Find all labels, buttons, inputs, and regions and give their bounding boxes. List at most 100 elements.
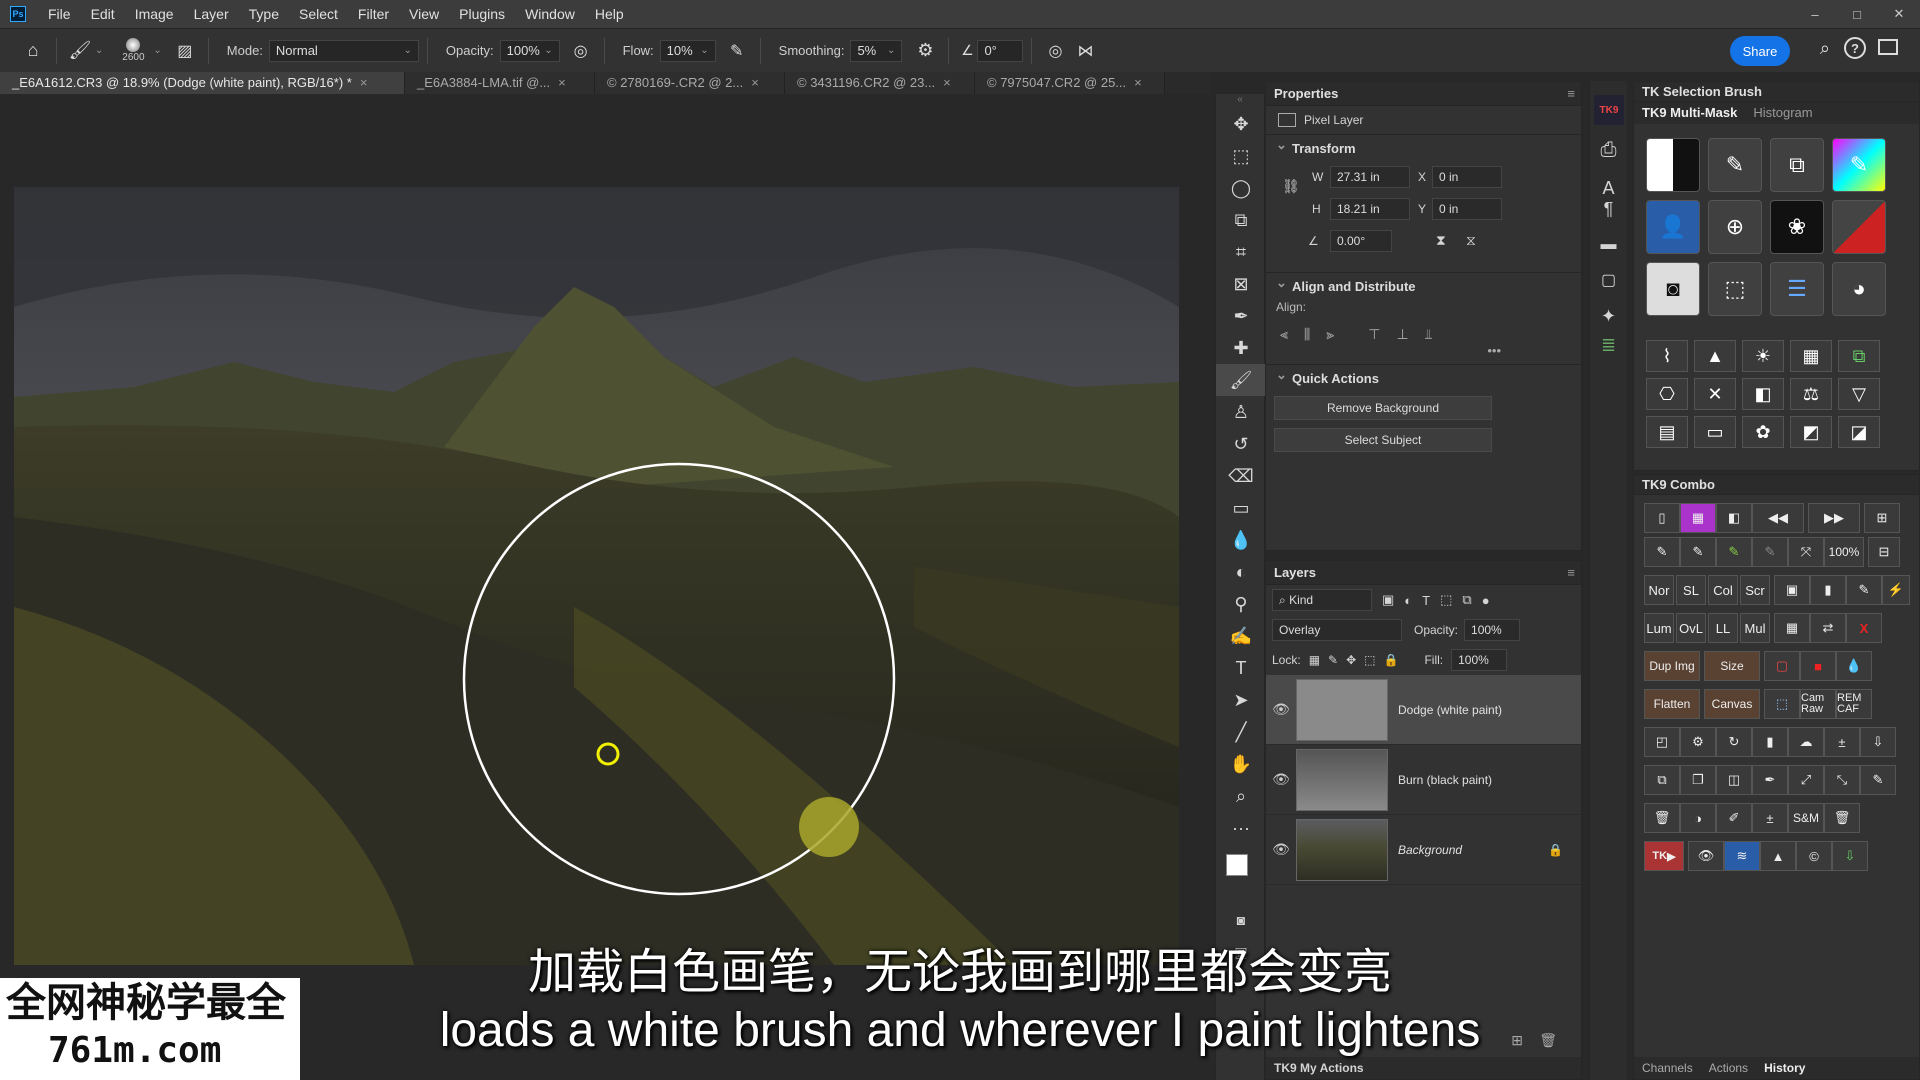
save-down-button[interactable]: ⇩ <box>1860 727 1896 757</box>
align-bottom-icon[interactable]: ⫫ <box>1425 326 1433 343</box>
phone-button[interactable]: ▮ <box>1810 575 1846 605</box>
eyedropper-tool-icon[interactable]: ✒ <box>1216 300 1266 332</box>
filter-toggle-icon[interactable]: ● <box>1482 593 1490 608</box>
gear-doc-button[interactable]: ⚙ <box>1680 727 1716 757</box>
close-icon[interactable]: × <box>360 75 368 90</box>
panel-menu-icon[interactable]: ≡ <box>1567 86 1575 101</box>
tab-tk9-multimask[interactable]: TK9 Multi-Mask <box>1634 102 1745 124</box>
search-icon[interactable]: ⌕ <box>1820 38 1830 59</box>
green-brush-button[interactable]: ✎ <box>1716 537 1752 567</box>
menu-help[interactable]: Help <box>585 0 634 28</box>
triangle-button[interactable]: ▽ <box>1838 378 1880 410</box>
smoothing-field[interactable]: 5% ⌄ <box>850 39 903 62</box>
corner-button[interactable]: ◰ <box>1644 727 1680 757</box>
symmetry-butterfly-icon[interactable]: ⋈ <box>1070 36 1100 66</box>
swap-button[interactable]: ⇄ <box>1810 613 1846 643</box>
filter-pixel-icon[interactable]: ▣ <box>1382 592 1394 608</box>
panel-menu-icon[interactable]: ≡ <box>1567 565 1575 580</box>
layer-opacity-field[interactable]: 100% <box>1464 619 1521 641</box>
plus-minus-select-button[interactable]: ± <box>1752 803 1788 833</box>
split-button[interactable]: ◫ <box>1716 765 1752 795</box>
brush-tool-icon[interactable]: 🖌 <box>1216 364 1266 396</box>
close-icon[interactable]: × <box>751 75 759 90</box>
more-options-icon[interactable]: ••• <box>1266 343 1581 358</box>
align-center-h-icon[interactable]: ⫼ <box>1304 326 1310 343</box>
height-field[interactable]: 18.21 in <box>1330 198 1410 220</box>
menu-edit[interactable]: Edit <box>81 0 125 28</box>
zoom-100-button[interactable]: 100% <box>1824 537 1864 567</box>
color-mask-button[interactable]: ✎ <box>1832 138 1886 192</box>
clone-stamp-tool-icon[interactable]: ♙ <box>1216 396 1266 428</box>
print-icon[interactable]: ⎙ <box>1590 139 1627 162</box>
rem-caf-button[interactable]: REM CAF <box>1836 689 1872 719</box>
fill-field[interactable]: 100% <box>1451 649 1508 671</box>
document-canvas[interactable] <box>14 187 1179 965</box>
layer-row-burn[interactable]: 👁 Burn (black paint) <box>1266 745 1581 815</box>
pressure-size-icon[interactable]: ◎ <box>1040 36 1070 66</box>
align-top-icon[interactable]: ⊤ <box>1368 326 1380 343</box>
pressure-opacity-icon[interactable]: ◎ <box>566 36 596 66</box>
type-tool-icon[interactable]: T <box>1216 652 1266 684</box>
lock-artboard-icon[interactable]: ⬚ <box>1364 653 1375 667</box>
brush-preset-picker[interactable]: 2600 <box>113 38 153 63</box>
col-button[interactable]: Col <box>1708 575 1738 605</box>
visibility-eye-icon[interactable]: 👁 <box>1266 771 1296 788</box>
eraser-tool-icon[interactable]: ⌫ <box>1216 460 1266 492</box>
canvas-button[interactable]: Canvas <box>1704 689 1760 719</box>
frame-select-button[interactable]: ⬚ <box>1764 689 1800 719</box>
link-icon[interactable]: ⛓ <box>1282 178 1300 195</box>
plus-minus-button[interactable]: ± <box>1824 727 1860 757</box>
scr-button[interactable]: Scr <box>1740 575 1770 605</box>
brush-angle-field[interactable]: 0° <box>977 39 1024 62</box>
tab-document-3[interactable]: © 2780169-.CR2 @ 2... × <box>595 72 785 94</box>
remove-background-button[interactable]: Remove Background <box>1274 396 1492 420</box>
white-brush-button[interactable]: ✎ <box>1680 537 1716 567</box>
person-mask-button[interactable]: 👤 <box>1646 200 1700 254</box>
monitor-button[interactable]: ▭ <box>1694 416 1736 448</box>
expand-button[interactable]: ⤧ <box>1788 537 1824 567</box>
dup-img-button[interactable]: Dup Img <box>1644 651 1700 681</box>
collapse-icon[interactable]: « <box>1216 94 1264 108</box>
lightning-button[interactable]: ⚡ <box>1882 575 1910 605</box>
cross-button[interactable]: ✕ <box>1694 378 1736 410</box>
tab-document-1[interactable]: _E6A1612.CR3 @ 18.9% (Dodge (white paint… <box>0 72 405 94</box>
y-field[interactable]: 0 in <box>1432 198 1502 220</box>
lum-button[interactable]: Lum <box>1644 613 1674 643</box>
quick-actions-section[interactable]: Quick Actions <box>1266 365 1581 392</box>
clip-button[interactable]: ✎ <box>1846 575 1882 605</box>
lock-transparent-icon[interactable]: ▦ <box>1309 653 1320 667</box>
tab-actions[interactable]: Actions <box>1701 1057 1756 1079</box>
s-and-m-button[interactable]: S&M <box>1788 803 1824 833</box>
mask-view-button[interactable]: ◑ <box>1680 803 1716 833</box>
workspace-icon[interactable] <box>1878 39 1898 55</box>
grid-button[interactable]: ▦ <box>1790 340 1832 372</box>
more-tools-icon[interactable]: ··· <box>1216 812 1266 844</box>
drop-button[interactable]: 💧 <box>1836 651 1872 681</box>
tab-history[interactable]: History <box>1756 1057 1813 1079</box>
rewind-button[interactable]: ◀◀ <box>1752 503 1804 533</box>
object-selection-tool-icon[interactable]: ⧉ <box>1216 204 1266 236</box>
transform-section[interactable]: Transform <box>1266 135 1581 162</box>
purple-layers-button[interactable]: ▦ <box>1680 503 1716 533</box>
flatten-button[interactable]: Flatten <box>1644 689 1700 719</box>
triangle-up-button[interactable]: ▲ <box>1760 841 1796 871</box>
tab-document-4[interactable]: © 3431196.CR2 @ 23... × <box>785 72 975 94</box>
menu-filter[interactable]: Filter <box>348 0 399 28</box>
menu-type[interactable]: Type <box>239 0 289 28</box>
menu-plugins[interactable]: Plugins <box>449 0 515 28</box>
menu-window[interactable]: Window <box>515 0 585 28</box>
download-button[interactable]: ⇩ <box>1832 841 1868 871</box>
portrait-button[interactable]: ▮ <box>1752 727 1788 757</box>
menu-layer[interactable]: Layer <box>184 0 239 28</box>
document-icon-button[interactable]: ▣ <box>1774 575 1810 605</box>
blend-mode-select[interactable]: Overlay <box>1272 619 1402 641</box>
lock-position-icon[interactable]: ✥ <box>1346 653 1356 667</box>
magnify-dodge-icon[interactable]: ⚲ <box>1216 588 1266 620</box>
help-icon[interactable]: ? <box>1844 37 1866 59</box>
cam-raw-button[interactable]: Cam Raw <box>1800 689 1836 719</box>
flow-field[interactable]: 10% ⌄ <box>659 39 716 62</box>
expand-arrows-button[interactable]: ⤢ <box>1788 765 1824 795</box>
brush-tool-icon[interactable]: 🖌 <box>65 36 95 66</box>
tab-document-2[interactable]: _E6A3884-LMA.tif @... × <box>405 72 595 94</box>
red-frame-button[interactable]: ▢ <box>1764 651 1800 681</box>
